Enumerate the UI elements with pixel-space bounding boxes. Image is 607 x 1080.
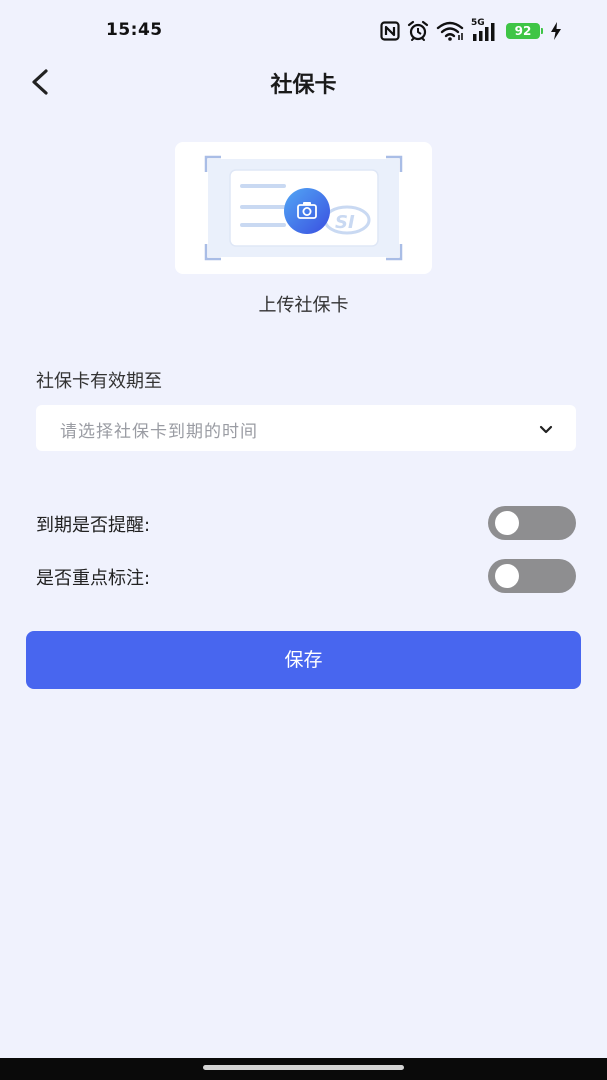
status-time: 15:45 xyxy=(106,20,163,40)
reminder-toggle-row: 到期是否提醒: xyxy=(36,506,576,540)
chevron-down-icon xyxy=(538,421,554,440)
battery-indicator: 92 xyxy=(506,23,543,39)
upload-card-button[interactable]: SI xyxy=(175,142,432,274)
home-indicator[interactable] xyxy=(203,1065,404,1070)
highlight-toggle[interactable] xyxy=(488,559,576,593)
highlight-toggle-row: 是否重点标注: xyxy=(36,559,576,593)
toggle-knob xyxy=(495,564,519,588)
battery-level: 92 xyxy=(506,23,540,39)
save-button[interactable]: 保存 xyxy=(26,631,581,689)
upload-label: 上传社保卡 xyxy=(258,295,349,316)
id-card-scan-illustration: SI xyxy=(204,155,403,261)
alarm-icon xyxy=(407,20,429,42)
reminder-toggle-label: 到期是否提醒: xyxy=(36,515,151,536)
expiry-field-label: 社保卡有效期至 xyxy=(36,371,162,392)
nfc-icon xyxy=(380,21,400,41)
toggle-knob xyxy=(495,511,519,535)
expiry-date-placeholder: 请选择社保卡到期的时间 xyxy=(60,422,258,442)
reminder-toggle[interactable] xyxy=(488,506,576,540)
page-title: 社保卡 xyxy=(270,73,337,98)
battery-tip xyxy=(541,28,543,34)
nav-bar: 社保卡 xyxy=(0,55,607,111)
status-bar: 15:45 5G 92 xyxy=(0,0,607,60)
wifi-icon xyxy=(436,21,464,41)
highlight-toggle-label: 是否重点标注: xyxy=(36,568,151,589)
svg-text:SI: SI xyxy=(335,212,355,233)
charging-icon xyxy=(550,22,562,40)
cellular-signal-icon: 5G xyxy=(471,18,499,42)
status-icons: 5G 92 xyxy=(380,18,562,42)
system-navigation-bar xyxy=(0,1058,607,1080)
expiry-date-select[interactable]: 请选择社保卡到期的时间 xyxy=(36,405,576,451)
